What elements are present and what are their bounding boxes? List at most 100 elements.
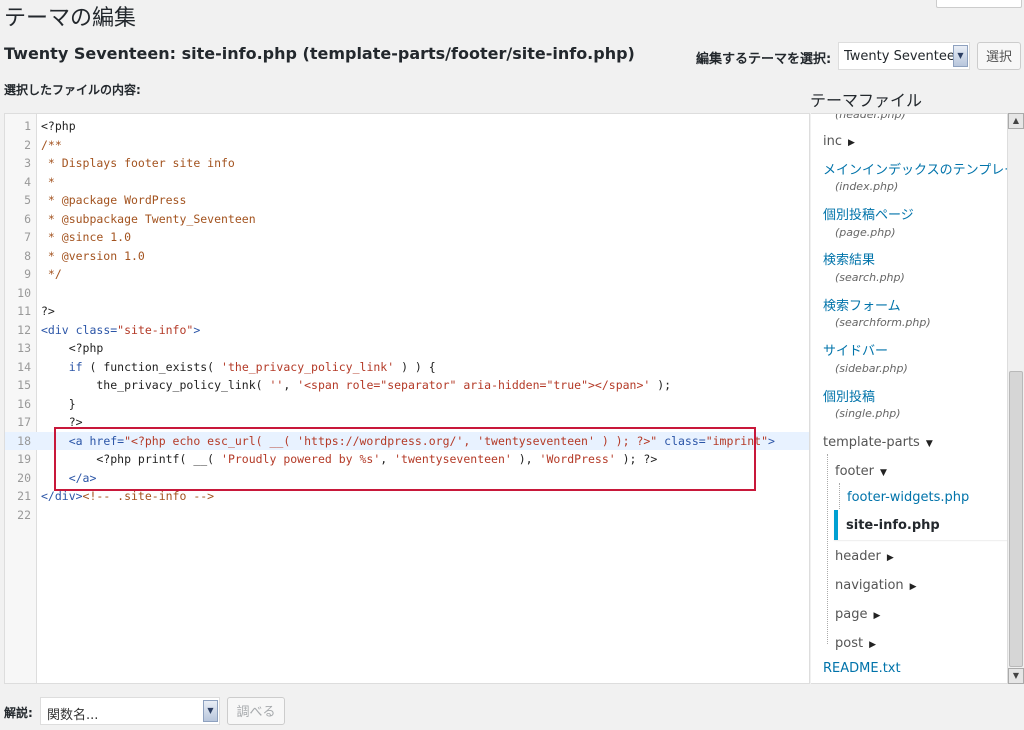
file-link-sidebar[interactable]: サイドバー <box>823 340 888 359</box>
folder-navigation-label: navigation <box>835 578 904 593</box>
content-label: 選択したファイルの内容: <box>4 83 141 97</box>
code-line[interactable]: 2 /** <box>5 136 809 154</box>
code-line[interactable]: 1 <?php <box>5 117 809 135</box>
scroll-up-arrow-icon[interactable]: ▲ <box>1008 113 1024 129</box>
file-name-search: (search.php) <box>835 271 905 284</box>
code-token: > <box>193 322 201 337</box>
file-link-page[interactable]: 個別投稿ページ <box>823 204 914 223</box>
code-line[interactable]: 7 * @since 1.0 <box>5 228 809 246</box>
code-token: <?php <box>41 341 104 355</box>
line-number: 3 <box>24 156 31 170</box>
code-text: /** <box>41 136 62 154</box>
folder-header[interactable]: header ▶ <box>835 549 894 564</box>
code-text: * Displays footer site info <box>41 154 235 172</box>
file-name-sidebar: (sidebar.php) <box>835 362 908 375</box>
code-text: <div class="site-info"> <box>41 321 200 339</box>
folder-header-label: header <box>835 549 881 564</box>
scroll-down-arrow-icon[interactable]: ▼ <box>1008 668 1024 684</box>
lookup-button[interactable]: 調べる <box>227 697 285 725</box>
code-line[interactable]: 13 <?php <box>5 339 809 357</box>
line-number: 6 <box>24 211 31 226</box>
line-number: 19 <box>17 452 31 466</box>
code-line[interactable]: 11 ?> <box>5 302 809 320</box>
file-name-searchform: (searchform.php) <box>835 316 931 329</box>
screen-options-button[interactable] <box>936 0 1022 8</box>
code-line[interactable]: 12 <div class="site-info"> <box>5 321 809 339</box>
code-line[interactable]: 10 <box>5 284 809 302</box>
function-name-select[interactable]: 関数名... ▼ <box>40 697 220 725</box>
file-link-index[interactable]: メインインデックスのテンプレート <box>823 159 1007 178</box>
line-number: 5 <box>24 193 31 207</box>
folder-navigation[interactable]: navigation ▶ <box>835 578 917 593</box>
code-line[interactable]: 3 * Displays footer site info <box>5 154 809 172</box>
triangle-right-icon: ▶ <box>869 640 876 650</box>
folder-footer-label: footer <box>835 464 874 479</box>
line-number: 12 <box>17 322 31 337</box>
code-line[interactable]: 5 * @package WordPress <box>5 191 809 209</box>
line-number: 15 <box>17 378 31 392</box>
theme-file-tree: (header.php) inc ▶ メインインデックスのテンプレート (inde… <box>811 113 1007 684</box>
code-editor[interactable]: 1 <?php 2/** 3 * Displays footer site info 4… <box>4 113 810 684</box>
line-number: 13 <box>17 341 31 355</box>
scrollbar-thumb[interactable] <box>1009 371 1023 667</box>
file-link-search[interactable]: 検索結果 <box>823 249 875 268</box>
code-line[interactable]: 15 the_privacy_policy_link( '', '<span r… <box>5 376 809 394</box>
line-number: 7 <box>24 230 31 244</box>
chevron-down-icon[interactable]: ▼ <box>953 45 968 67</box>
theme-select[interactable]: Twenty Seventeen ▼ <box>838 42 970 70</box>
tree-guide-line <box>839 483 840 513</box>
chevron-down-icon[interactable]: ▼ <box>203 700 218 722</box>
code-token: /** <box>41 137 62 152</box>
line-number: 18 <box>17 433 31 448</box>
folder-page-label: page <box>835 607 868 622</box>
code-text: <?php <box>41 339 104 357</box>
folder-template-parts[interactable]: template-parts ▼ <box>823 435 933 450</box>
line-number: 17 <box>17 415 31 429</box>
file-link-single[interactable]: 個別投稿 <box>823 386 875 405</box>
function-name-select-value: 関数名... <box>47 708 99 723</box>
code-line[interactable]: 22 <box>5 506 809 524</box>
triangle-right-icon: ▶ <box>873 611 881 621</box>
code-line[interactable]: 4 * <box>5 173 809 191</box>
code-token: "site-info" <box>117 322 194 337</box>
code-token: */ <box>41 267 62 281</box>
theme-files-title: テーマファイル <box>810 91 923 110</box>
file-link-readme[interactable]: README.txt <box>823 661 901 676</box>
line-number: 1 <box>24 119 31 133</box>
code-line[interactable]: 9 */ <box>5 265 809 283</box>
folder-post-label: post <box>835 636 864 651</box>
triangle-down-icon: ▼ <box>879 468 887 478</box>
file-name-single: (single.php) <box>835 407 901 420</box>
code-token: * @version 1.0 <box>41 248 145 263</box>
line-number: 22 <box>17 507 31 522</box>
code-text: if ( function_exists( 'the_privacy_polic… <box>41 358 436 376</box>
page-title: テーマの編集 <box>4 6 137 31</box>
code-token: '' <box>269 378 284 392</box>
code-token: > <box>768 433 775 448</box>
code-line[interactable]: 6 * @subpackage Twenty_Seventeen <box>5 210 809 228</box>
code-token: * <box>41 174 55 189</box>
code-line[interactable]: 14 if ( function_exists( 'the_privacy_po… <box>5 358 809 376</box>
code-line[interactable]: 8 * @version 1.0 <box>5 247 809 265</box>
documentation-label: 解説: <box>4 706 33 720</box>
file-link-searchform[interactable]: 検索フォーム <box>823 295 901 314</box>
code-text: ?> <box>41 302 55 320</box>
file-link-footer-widgets[interactable]: footer-widgets.php <box>847 490 969 505</box>
select-theme-button[interactable]: 選択 <box>977 42 1021 70</box>
folder-inc[interactable]: inc ▶ <box>823 134 855 149</box>
code-text: the_privacy_policy_link( '', '<span role… <box>41 376 671 394</box>
folder-page[interactable]: page ▶ <box>835 607 880 622</box>
code-line[interactable]: 16 } <box>5 395 809 413</box>
current-file-site-info[interactable]: site-info.php <box>834 510 1007 540</box>
folder-footer[interactable]: footer ▼ <box>835 464 887 479</box>
triangle-right-icon: ▶ <box>886 553 894 563</box>
code-token: * @since 1.0 <box>41 230 132 244</box>
folder-post[interactable]: post ▶ <box>835 636 876 651</box>
line-number: 9 <box>24 267 31 281</box>
file-tree-scrollbar[interactable]: ▲ ▼ <box>1007 113 1024 684</box>
code-token: the_privacy_policy_link( <box>41 378 270 392</box>
file-name-index: (index.php) <box>835 180 899 193</box>
triangle-right-icon: ▶ <box>848 138 855 148</box>
line-number: 16 <box>17 396 31 411</box>
code-text: * <box>41 173 55 191</box>
